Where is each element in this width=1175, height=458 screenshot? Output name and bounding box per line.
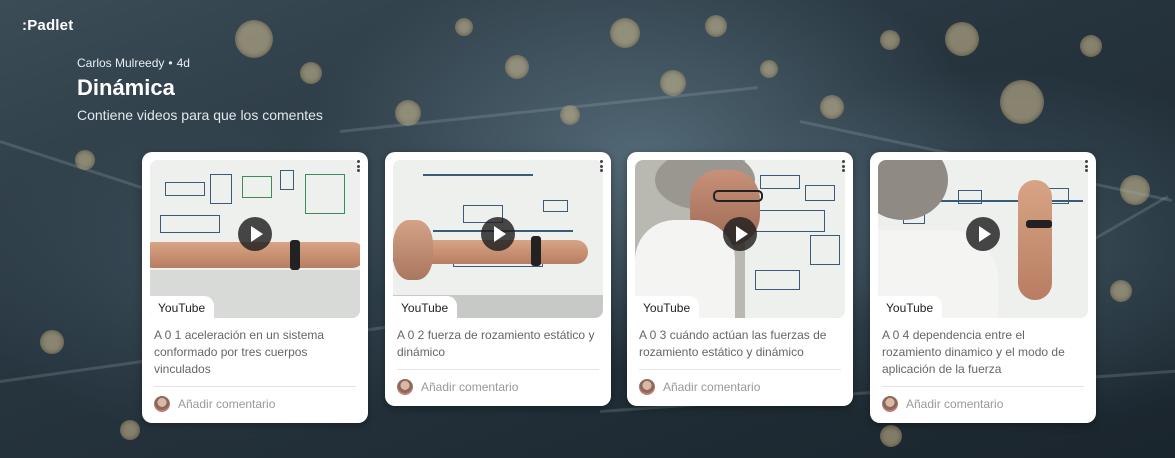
add-comment-row[interactable]: Añadir comentario bbox=[639, 369, 841, 406]
more-vertical-icon[interactable] bbox=[1079, 158, 1093, 174]
play-icon[interactable] bbox=[481, 217, 515, 251]
user-avatar bbox=[397, 379, 413, 395]
more-vertical-icon[interactable] bbox=[594, 158, 608, 174]
add-comment-input[interactable]: Añadir comentario bbox=[178, 397, 275, 411]
post-card[interactable]: YouTube A 0 4 dependencia entre el rozam… bbox=[870, 152, 1096, 423]
post-card[interactable]: YouTube A 0 1 aceleración en un sistema … bbox=[142, 152, 368, 423]
source-badge: YouTube bbox=[635, 296, 700, 318]
post-caption[interactable]: A 0 1 aceleración en un sistema conforma… bbox=[142, 318, 368, 386]
video-thumbnail[interactable]: YouTube bbox=[635, 160, 845, 318]
user-avatar bbox=[154, 396, 170, 412]
post-caption[interactable]: A 0 4 dependencia entre el rozamiento di… bbox=[870, 318, 1096, 386]
add-comment-row[interactable]: Añadir comentario bbox=[882, 386, 1084, 423]
meta-separator: • bbox=[168, 56, 173, 70]
source-badge: YouTube bbox=[150, 296, 215, 318]
board-title: Dinámica bbox=[77, 75, 175, 100]
post-card[interactable]: YouTube A 0 2 fuerza de rozamiento estát… bbox=[385, 152, 611, 406]
post-caption[interactable]: A 0 2 fuerza de rozamiento estático y di… bbox=[385, 318, 611, 369]
play-icon[interactable] bbox=[966, 217, 1000, 251]
add-comment-input[interactable]: Añadir comentario bbox=[421, 380, 518, 394]
add-comment-row[interactable]: Añadir comentario bbox=[154, 386, 356, 423]
user-avatar bbox=[882, 396, 898, 412]
add-comment-row[interactable]: Añadir comentario bbox=[397, 369, 599, 406]
author-name[interactable]: Carlos Mulreedy bbox=[77, 56, 164, 70]
board-age: 4d bbox=[176, 56, 190, 70]
post-card[interactable]: YouTube A 0 3 cuándo actúan las fuerzas … bbox=[627, 152, 853, 406]
source-badge: YouTube bbox=[878, 296, 943, 318]
more-vertical-icon[interactable] bbox=[351, 158, 365, 174]
play-icon[interactable] bbox=[723, 217, 757, 251]
video-thumbnail[interactable]: YouTube bbox=[878, 160, 1088, 318]
source-badge: YouTube bbox=[393, 296, 458, 318]
post-caption[interactable]: A 0 3 cuándo actúan las fuerzas de rozam… bbox=[627, 318, 853, 369]
board-header: Carlos Mulreedy • 4d Dinámica Contiene vid… bbox=[77, 56, 323, 123]
add-comment-input[interactable]: Añadir comentario bbox=[906, 397, 1003, 411]
video-thumbnail[interactable]: YouTube bbox=[393, 160, 603, 318]
author-line: Carlos Mulreedy • 4d bbox=[77, 56, 323, 70]
more-vertical-icon[interactable] bbox=[836, 158, 850, 174]
user-avatar bbox=[639, 379, 655, 395]
add-comment-input[interactable]: Añadir comentario bbox=[663, 380, 760, 394]
play-icon[interactable] bbox=[238, 217, 272, 251]
board-description: Contiene videos para que los comentes bbox=[77, 107, 323, 123]
padlet-logo[interactable]: :Padlet bbox=[22, 17, 73, 34]
video-thumbnail[interactable]: YouTube bbox=[150, 160, 360, 318]
